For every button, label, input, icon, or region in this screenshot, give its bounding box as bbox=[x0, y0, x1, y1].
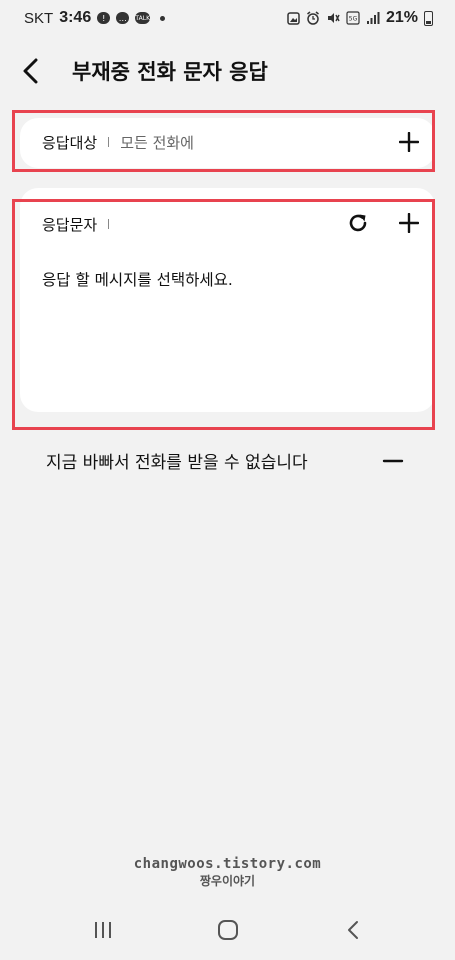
back-button[interactable] bbox=[10, 51, 50, 91]
watermark-name: 짱우이야기 bbox=[199, 874, 256, 888]
separator bbox=[108, 219, 110, 229]
dot-icon bbox=[160, 15, 166, 21]
home-button[interactable] bbox=[208, 910, 248, 950]
back-arrow-icon bbox=[23, 58, 38, 84]
minus-icon bbox=[382, 459, 404, 463]
volte-icon: 5G bbox=[346, 11, 360, 25]
response-message-label: 응답문자 bbox=[42, 215, 98, 234]
response-target-label: 응답대상 bbox=[42, 133, 98, 152]
signal-icon bbox=[366, 12, 380, 24]
plus-icon bbox=[399, 132, 419, 152]
plus-icon bbox=[399, 213, 419, 233]
nav-back-button[interactable] bbox=[333, 910, 373, 950]
response-target-value: 모든 전화에 bbox=[120, 133, 194, 152]
saved-message-item[interactable]: 지금 바빠서 전화를 받을 수 없습니다 bbox=[46, 448, 308, 473]
message-placeholder[interactable]: 응답 할 메시지를 선택하세요. bbox=[42, 268, 233, 290]
mute-icon bbox=[327, 13, 340, 23]
refresh-message-button[interactable] bbox=[343, 208, 373, 238]
svg-text:5G: 5G bbox=[349, 16, 358, 23]
home-icon bbox=[217, 920, 238, 940]
talk-bubble-icon: TALK bbox=[135, 12, 151, 24]
remove-message-button[interactable] bbox=[378, 446, 408, 476]
battery-percent: 21% bbox=[385, 9, 418, 26]
status-bar: SKT 3:46 ! … TALK 5G 21% bbox=[0, 0, 455, 36]
carrier-label: SKT bbox=[24, 9, 54, 27]
page-title: 부재중 전화 문자 응답 bbox=[72, 60, 268, 84]
response-message-row: 응답문자 bbox=[42, 210, 120, 238]
nav-back-icon bbox=[347, 921, 358, 939]
add-target-button[interactable] bbox=[394, 127, 424, 157]
battery-icon bbox=[424, 10, 433, 26]
refresh-icon bbox=[349, 214, 367, 232]
recents-icon bbox=[94, 922, 111, 938]
chat-bubble-icon: … bbox=[116, 12, 130, 24]
separator bbox=[108, 137, 110, 147]
recents-button[interactable] bbox=[83, 910, 123, 950]
app-header: 부재중 전화 문자 응답 bbox=[0, 48, 455, 94]
status-bar-left: SKT 3:46 ! … TALK bbox=[24, 9, 166, 27]
response-target-row[interactable]: 응답대상 모든 전화에 bbox=[42, 128, 194, 156]
system-nav-bar bbox=[0, 905, 455, 955]
alarm-icon bbox=[307, 11, 319, 25]
add-message-button[interactable] bbox=[394, 208, 424, 238]
status-bar-right: 5G 21% bbox=[287, 9, 433, 27]
clock: 3:46 bbox=[59, 9, 92, 26]
alert-bubble-icon: ! bbox=[97, 12, 111, 24]
photo-icon bbox=[287, 11, 300, 25]
watermark-url: changwoos.tistory.com bbox=[133, 856, 322, 872]
